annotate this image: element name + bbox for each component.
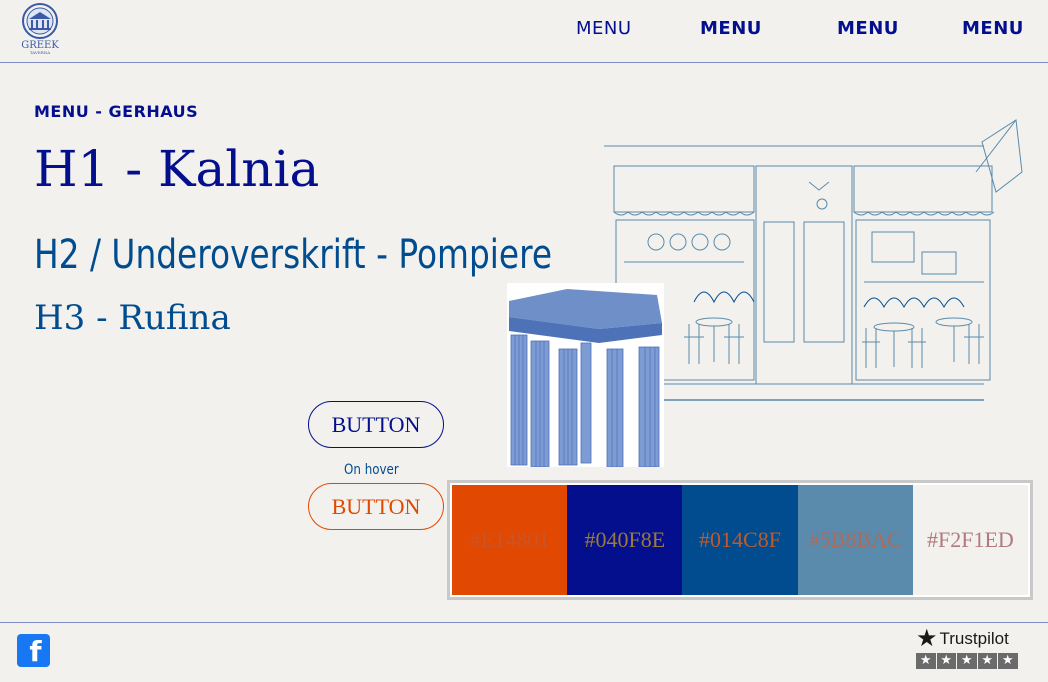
trustpilot-rating: ★ ★ ★ ★ ★	[916, 653, 1020, 669]
rating-star-icon: ★	[977, 653, 997, 669]
hover-caption: On hover	[344, 462, 399, 478]
nav-menu-4[interactable]: MENU	[962, 18, 1024, 39]
swatch-label: #014C8F	[699, 527, 781, 552]
swatch-label: #F2F1ED	[927, 527, 1014, 552]
logo-sub: TAVERNA	[30, 50, 50, 55]
eyebrow-heading: MENU - GERHAUS	[34, 102, 199, 121]
trustpilot-badge[interactable]: ★ Trustpilot ★ ★ ★ ★ ★	[916, 627, 1020, 673]
heading-h2: H2 / Underoverskrift - Pompiere	[34, 232, 553, 278]
trustpilot-title: ★ Trustpilot	[916, 627, 1020, 651]
nav-menu-3[interactable]: MENU	[837, 18, 899, 39]
rating-star-icon: ★	[916, 653, 936, 669]
swatch-blue: #014C8F	[682, 485, 798, 595]
rating-star-icon: ★	[936, 653, 956, 669]
swatch-orange: #E14801	[452, 485, 568, 595]
swatch-label: #5B8BAC	[808, 527, 902, 552]
footer-divider	[0, 622, 1048, 623]
rating-star-icon: ★	[957, 653, 977, 669]
heading-h1: H1 - Kalnia	[34, 140, 320, 198]
color-palette: #E14801 #040F8E #014C8F #5B8BAC #F2F1ED	[447, 480, 1033, 600]
swatch-cream: #F2F1ED	[912, 485, 1029, 595]
logo[interactable]: GREEK TAVERNA	[16, 2, 64, 56]
nav-menu-2[interactable]: MENU	[700, 18, 762, 39]
swatch-navy: #040F8E	[567, 485, 683, 595]
nav-menu-1[interactable]: MENU	[576, 18, 632, 39]
trustpilot-star-icon: ★	[916, 625, 938, 652]
rating-star-icon: ★	[998, 653, 1018, 669]
facebook-icon[interactable]: f	[17, 634, 50, 667]
swatch-label: #E14801	[469, 527, 550, 552]
hover-state-button[interactable]: BUTTON	[308, 483, 444, 530]
cafe-storefront-illustration	[604, 112, 1028, 404]
greek-columns-illustration	[507, 283, 664, 468]
swatch-steel: #5B8BAC	[797, 485, 913, 595]
primary-button[interactable]: BUTTON	[308, 401, 444, 448]
temple-logo-icon: GREEK TAVERNA	[21, 3, 59, 55]
site-header: GREEK TAVERNA MENU MENU MENU MENU	[0, 0, 1048, 63]
trustpilot-label: Trustpilot	[939, 629, 1009, 648]
heading-h3: H3 - Rufina	[34, 298, 231, 338]
swatch-label: #040F8E	[584, 527, 666, 552]
